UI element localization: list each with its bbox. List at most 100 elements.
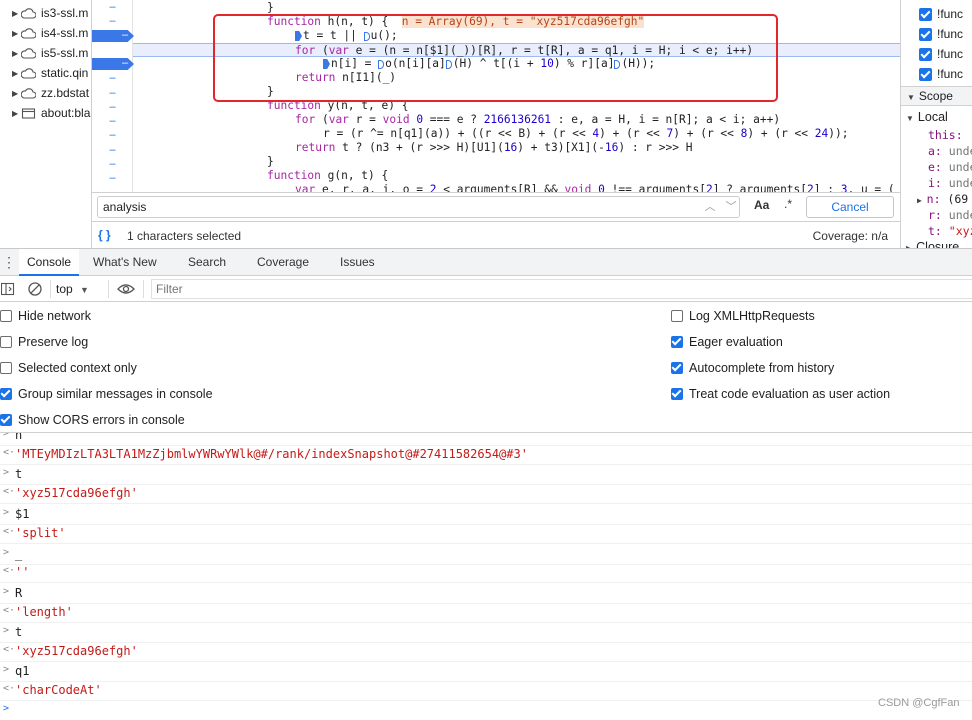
checkbox[interactable]	[0, 388, 12, 400]
setting-eager-evaluation[interactable]: Eager evaluation	[671, 333, 783, 351]
scope-variable[interactable]: e: unde	[928, 159, 972, 175]
checkbox[interactable]	[919, 27, 932, 41]
scope-variable[interactable]: ▶ n: (69	[917, 191, 968, 207]
sidebar-toggle-icon[interactable]	[1, 282, 15, 296]
expand-triangle-icon[interactable]: ▶	[12, 9, 21, 18]
search-input[interactable]	[97, 196, 740, 218]
pretty-print-button[interactable]: { }	[98, 228, 111, 242]
collapse-triangle-icon[interactable]: ▼	[906, 114, 914, 123]
console-output-row[interactable]: <·'charCodeAt'	[0, 681, 972, 701]
fold-marker[interactable]: –	[92, 157, 133, 172]
match-case-toggle[interactable]: Aa	[754, 198, 769, 212]
code-line[interactable]: for (var r = void 0 === e ? 2166136261 :…	[133, 113, 900, 127]
scope-variable[interactable]: a: unde	[928, 143, 972, 159]
setting-hide-network[interactable]: Hide network	[0, 307, 91, 325]
console-output-row[interactable]: <·'split'	[0, 524, 972, 544]
checkbox[interactable]	[0, 362, 12, 374]
setting-treat-as-user-action[interactable]: Treat code evaluation as user action	[671, 385, 890, 403]
expand-triangle-icon[interactable]: ▶	[12, 49, 21, 58]
scope-local-header[interactable]: ▼ Local	[906, 109, 948, 125]
scope-closure-header[interactable]: ▶Closure	[906, 239, 959, 248]
fold-marker[interactable]: –	[92, 100, 133, 115]
setting-autocomplete-history[interactable]: Autocomplete from history	[671, 359, 834, 377]
setting-preserve-log[interactable]: Preserve log	[0, 333, 88, 351]
setting-show-cors-errors[interactable]: Show CORS errors in console	[0, 411, 185, 429]
code-editor[interactable]: – – – – – – – – – – – – } function h(n, …	[92, 0, 900, 192]
console-output-row[interactable]: <·'xyz517cda96efgh'	[0, 642, 972, 662]
code-line[interactable]: r = (r ^= n[q1](a)) + ((r << B) + (r << …	[133, 127, 900, 141]
setting-log-xhr[interactable]: Log XMLHttpRequests	[671, 307, 815, 325]
tab-whats-new[interactable]: What's New	[85, 249, 165, 276]
checkbox[interactable]	[0, 336, 12, 348]
scope-variable[interactable]: this: (	[928, 127, 972, 143]
expand-triangle-icon[interactable]: ▶	[12, 29, 21, 38]
fold-marker[interactable]: –	[92, 171, 133, 186]
setting-group-similar[interactable]: Group similar messages in console	[0, 385, 213, 403]
breakpoint-item[interactable]: !func	[919, 24, 963, 44]
console-output-row[interactable]: <· ''	[0, 563, 972, 583]
console-output-row[interactable]: <·'xyz517cda96efgh'	[0, 484, 972, 504]
tree-item[interactable]: ▶ is3-ssl.m	[12, 3, 88, 23]
tree-item[interactable]: ▶ static.qin	[12, 63, 88, 83]
fold-marker[interactable]: –	[92, 86, 133, 101]
breakpoint-item[interactable]: !func	[919, 44, 963, 64]
breakpoint-marker[interactable]: –	[92, 30, 134, 42]
filter-input[interactable]	[151, 279, 972, 299]
previous-match-icon[interactable]: ︿	[701, 198, 719, 216]
next-match-icon[interactable]: ﹀	[722, 198, 740, 216]
breakpoint-item[interactable]: !func	[919, 64, 963, 84]
checkbox[interactable]	[919, 47, 932, 61]
expand-triangle-icon[interactable]: ▶	[12, 109, 21, 118]
breakpoint-item[interactable]: !func	[919, 4, 963, 24]
expand-triangle-icon[interactable]: ▶	[12, 69, 21, 78]
checkbox[interactable]	[0, 414, 12, 426]
console-prompt[interactable]: >	[0, 701, 972, 720]
tab-issues[interactable]: Issues	[332, 249, 383, 276]
eye-icon[interactable]	[117, 282, 135, 296]
scope-variable[interactable]: r: unde	[928, 207, 972, 223]
tree-item[interactable]: ▶ about:bla	[12, 103, 90, 123]
setting-selected-context-only[interactable]: Selected context only	[0, 359, 137, 377]
regex-toggle[interactable]: .*	[784, 197, 792, 211]
context-select[interactable]: top ▼	[56, 282, 89, 296]
breakpoint-marker[interactable]: –	[92, 58, 134, 70]
code-line[interactable]: }	[133, 1, 900, 15]
checkbox[interactable]	[671, 310, 683, 322]
tab-coverage[interactable]: Coverage	[249, 249, 317, 276]
tree-item[interactable]: ▶ zz.bdstat	[12, 83, 89, 103]
line-gutter[interactable]: – – – – – – – – – – – –	[92, 0, 134, 192]
cloud-icon	[21, 47, 36, 59]
checkbox[interactable]	[671, 336, 683, 348]
console-output-row[interactable]: <·'length'	[0, 603, 972, 623]
clear-console-icon[interactable]	[27, 281, 43, 297]
scope-variable[interactable]: t: "xyz	[928, 223, 972, 239]
fold-marker[interactable]: –	[92, 71, 133, 86]
code-line[interactable]: function g(n, t) {	[133, 169, 900, 183]
tree-item[interactable]: ▶ is4-ssl.m	[12, 23, 88, 43]
scope-section-header[interactable]: ▼ Scope	[901, 86, 972, 106]
expand-triangle-icon[interactable]: ▶	[917, 196, 927, 205]
console-log[interactable]: > n <· 'MTEyMDIzLTA3LTA1MzZjbmlwYWRwYWlk@#…	[0, 433, 972, 720]
fold-marker[interactable]: –	[92, 114, 133, 129]
tree-item[interactable]: ▶ is5-ssl.m	[12, 43, 88, 63]
checkbox[interactable]	[919, 67, 932, 81]
fold-marker[interactable]: –	[92, 143, 133, 158]
checkbox[interactable]	[671, 388, 683, 400]
checkbox[interactable]	[671, 362, 683, 374]
more-options-icon[interactable]: ⋮	[2, 254, 16, 270]
fold-marker[interactable]: –	[92, 14, 133, 29]
tab-search[interactable]: Search	[180, 249, 234, 276]
tab-console[interactable]: Console	[19, 249, 80, 276]
code-line[interactable]: return t ? (n3 + (r >>> H)[U1](16) + t3)…	[133, 141, 900, 155]
fold-marker[interactable]: –	[92, 0, 133, 15]
cancel-button[interactable]: Cancel	[806, 196, 894, 218]
expand-triangle-icon[interactable]: ▶	[12, 89, 21, 98]
code-line[interactable]: }	[133, 155, 900, 169]
fold-marker[interactable]: –	[92, 128, 133, 143]
checkbox[interactable]	[919, 7, 932, 21]
scope-variable[interactable]: i: unde	[928, 175, 972, 191]
checkbox[interactable]	[0, 310, 12, 322]
console-output-row[interactable]: <· 'MTEyMDIzLTA3LTA1MzZjbmlwYWRwYWlk@#/ra…	[0, 445, 972, 465]
collapse-triangle-icon[interactable]: ▼	[907, 93, 915, 102]
code-line[interactable]: var e, r, a, i, o = 2 < arguments[R] && …	[133, 183, 900, 192]
